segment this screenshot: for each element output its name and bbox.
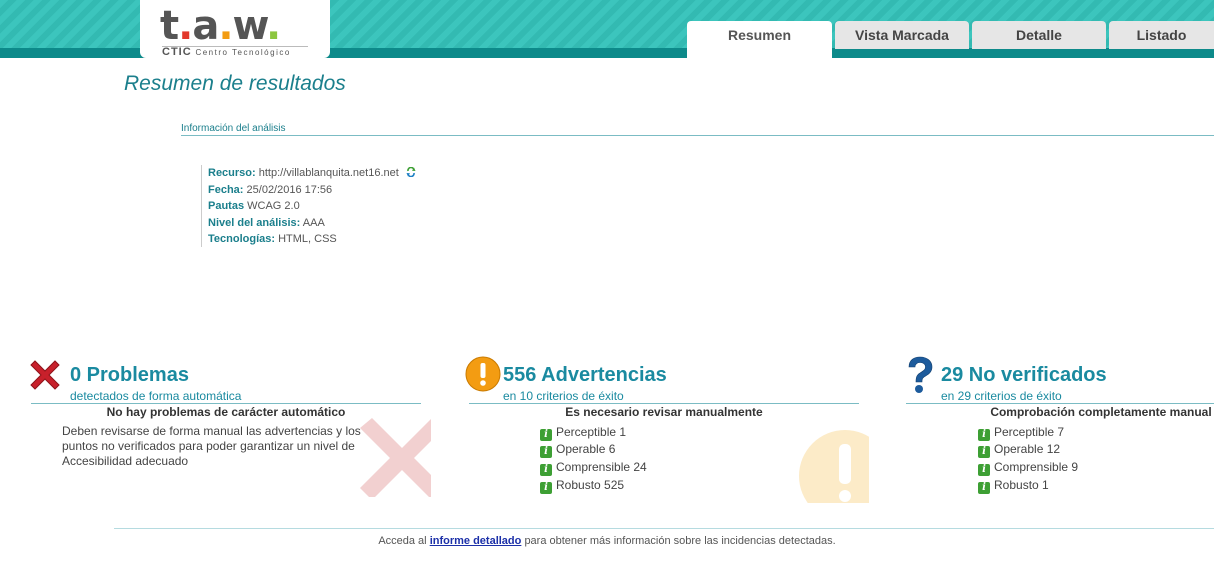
info-icon: i <box>978 482 990 494</box>
logo-brand: CTIC <box>162 46 192 58</box>
info-icon: i <box>978 429 990 441</box>
unverified-divider <box>906 403 1214 404</box>
warnings-item-robusto[interactable]: i Robusto 525 <box>540 478 624 494</box>
warnings-item-label: Robusto 525 <box>556 478 625 492</box>
info-resource: Recurso: http://villablanquita.net16.net <box>208 165 416 182</box>
warnings-item-operable[interactable]: i Operable 6 <box>540 442 615 458</box>
exclamation-icon <box>465 356 501 392</box>
refresh-icon[interactable] <box>406 167 416 177</box>
info-icon: i <box>540 446 552 458</box>
problems-subtitle: detectados de forma automática <box>70 389 242 403</box>
tech-label: Tecnologías: <box>208 233 276 245</box>
info-icon: i <box>540 482 552 494</box>
problems-divider <box>31 403 421 404</box>
warnings-divider <box>469 403 859 404</box>
footer-divider <box>114 528 1214 529</box>
unverified-item-label: Perceptible 7 <box>994 425 1065 439</box>
unverified-item-perceptible[interactable]: i Perceptible 7 <box>978 425 1064 441</box>
warnings-title: 556 Advertencias <box>503 364 667 386</box>
warnings-item-label: Operable 6 <box>556 442 616 456</box>
page-title: Resumen de resultados <box>124 72 346 95</box>
level-label: Nivel del análisis: <box>208 216 301 229</box>
tab-vista-marcada[interactable]: Vista Marcada <box>835 21 969 49</box>
red-x-icon <box>30 360 60 390</box>
unverified-item-operable[interactable]: i Operable 12 <box>978 442 1060 458</box>
unverified-item-robusto[interactable]: i Robusto 1 <box>978 478 1049 494</box>
info-icon: i <box>978 446 990 458</box>
footer-note: Acceda al informe detallado para obtener… <box>0 535 1214 547</box>
logo[interactable]: t.a.w. CTIC Centro Tecnológico <box>140 0 330 58</box>
tech-value: HTML, CSS <box>278 233 337 245</box>
unverified-heading: Comprobación completamente manual <box>990 405 1212 419</box>
problems-title: 0 Problemas <box>70 364 189 386</box>
section-title: Información del análisis <box>181 123 286 134</box>
warnings-item-label: Perceptible 1 <box>556 425 627 439</box>
info-icon: i <box>540 464 552 476</box>
problems-text: Deben revisarse de forma manual las adve… <box>62 424 361 468</box>
logo-sub: CTIC Centro Tecnológico <box>162 46 291 58</box>
unverified-subtitle: en 29 criterios de éxito <box>941 389 1062 403</box>
guidelines-value: WCAG 2.0 <box>247 200 300 212</box>
exclamation-watermark <box>790 416 869 503</box>
resource-label: Recurso: <box>208 167 256 179</box>
info-level: Nivel del análisis: AAA <box>208 215 416 232</box>
warnings-item-label: Comprensible 24 <box>556 460 647 474</box>
footer-suffix: para obtener más información sobre las i… <box>524 535 836 547</box>
logo-mark: t.a.w. <box>160 3 281 49</box>
unverified-item-label: Operable 12 <box>994 442 1061 456</box>
date-label: Fecha: <box>208 183 244 196</box>
tab-resumen[interactable]: Resumen <box>687 21 832 58</box>
info-icon: i <box>978 464 990 476</box>
warnings-item-perceptible[interactable]: i Perceptible 1 <box>540 425 626 441</box>
guidelines-label: Pautas <box>208 200 245 212</box>
unverified-item-comprensible[interactable]: i Comprensible 9 <box>978 460 1078 476</box>
unverified-item-label: Comprensible 9 <box>994 460 1079 474</box>
analysis-info: Recurso: http://villablanquita.net16.net… <box>201 165 416 247</box>
unverified-title: 29 No verificados <box>941 364 1107 386</box>
date-value: 25/02/2016 17:56 <box>246 183 333 196</box>
info-technologies: Tecnologías: HTML, CSS <box>208 231 416 248</box>
tab-listado[interactable]: Listado <box>1109 21 1214 49</box>
info-date: Fecha: 25/02/2016 17:56 <box>208 182 416 199</box>
level-value: AAA <box>302 216 325 229</box>
unverified-item-label: Robusto 1 <box>994 478 1049 492</box>
footer-prefix: Acceda al <box>378 535 427 547</box>
logo-tagline: Centro Tecnológico <box>195 48 291 57</box>
tab-detalle[interactable]: Detalle <box>972 21 1106 49</box>
warnings-item-comprensible[interactable]: i Comprensible 24 <box>540 460 647 476</box>
info-guidelines: Pautas WCAG 2.0 <box>208 198 416 215</box>
detailed-report-link[interactable]: informe detallado <box>430 535 522 547</box>
resource-value: http://villablanquita.net16.net <box>258 167 399 179</box>
info-icon: i <box>540 429 552 441</box>
section-divider <box>181 135 1214 136</box>
question-icon <box>908 356 933 393</box>
warnings-subtitle: en 10 criterios de éxito <box>503 389 624 403</box>
